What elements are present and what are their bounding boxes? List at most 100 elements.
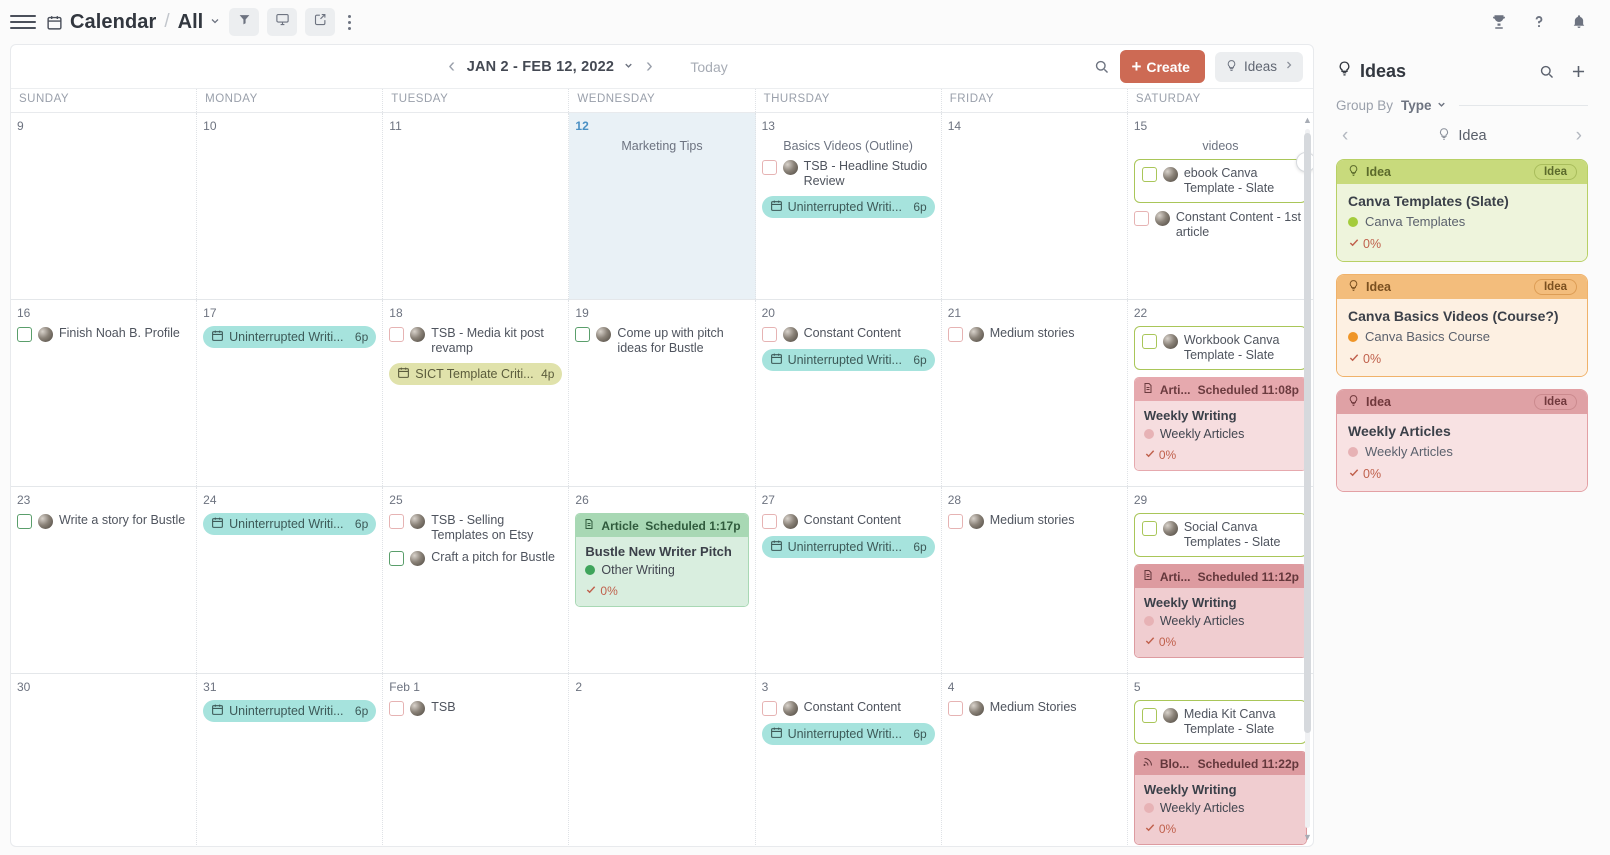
calendar-day-cell[interactable]: 9	[11, 113, 198, 299]
task-item[interactable]: Finish Noah B. Profile	[17, 326, 190, 342]
day-note-label[interactable]: Marketing Tips	[575, 139, 748, 153]
group-by-selector[interactable]: Type	[1401, 98, 1447, 113]
task-item[interactable]: Medium stories	[947, 513, 1121, 529]
more-options-button[interactable]	[339, 8, 359, 36]
idea-card[interactable]: Idea Idea Weekly Articles Weekly Article…	[1336, 389, 1588, 492]
calendar-day-cell[interactable]: 4 Medium Stories	[942, 674, 1128, 846]
search-icon[interactable]	[1538, 63, 1555, 80]
calendar-day-cell[interactable]: 31 Uninterrupted Writi... 6p	[197, 674, 384, 846]
task-item[interactable]: Medium Stories	[947, 700, 1121, 716]
calendar-day-cell[interactable]: 20 Constant Content Uninterrupted Writi.…	[756, 300, 942, 486]
group-prev-button[interactable]: ‹	[1342, 125, 1348, 147]
calendar-day-cell[interactable]: 30	[11, 674, 198, 846]
next-period-button[interactable]: ›	[634, 52, 664, 82]
page-title[interactable]: Calendar	[70, 11, 156, 34]
calendar-day-cell[interactable]: Feb 1 TSB	[383, 674, 570, 846]
chevron-down-icon[interactable]	[209, 15, 221, 30]
task-checkbox[interactable]	[17, 514, 32, 529]
task-checkbox[interactable]	[947, 701, 963, 716]
calendar-day-cell[interactable]: 3 Constant Content Uninterrupted Writi..…	[756, 674, 942, 846]
calendar-day-cell[interactable]: 23 Write a story for Bustle	[11, 487, 198, 673]
calendar-scrollbar[interactable]: ▲ ▼	[1303, 115, 1312, 842]
task-item[interactable]: TSB	[389, 700, 562, 716]
bell-icon[interactable]	[1570, 13, 1588, 31]
task-checkbox[interactable]	[1141, 521, 1157, 536]
calendar-event-pill[interactable]: Uninterrupted Writi... 6p	[203, 700, 377, 722]
calendar-event-pill[interactable]: Uninterrupted Writi... 6p	[761, 723, 935, 745]
calendar-day-cell[interactable]: 27 Constant Content Uninterrupted Writi.…	[756, 487, 942, 673]
task-checkbox[interactable]	[389, 327, 405, 342]
scroll-down-icon[interactable]: ▼	[1303, 832, 1312, 842]
task-item[interactable]: Constant Content - 1st article	[1133, 210, 1307, 240]
task-checkbox[interactable]	[1133, 211, 1149, 226]
calendar-event-pill[interactable]: Uninterrupted Writi... 6p	[203, 326, 377, 348]
highlighted-task-item[interactable]: Social Canva Templates - Slate	[1133, 513, 1307, 557]
share-button[interactable]	[305, 8, 336, 36]
task-item[interactable]: Constant Content	[761, 513, 935, 529]
calendar-day-cell[interactable]: 19 Come up with pitch ideas for Bustle	[569, 300, 756, 486]
calendar-day-cell[interactable]: 15 videos ebook Canva Template - Slate Co…	[1128, 113, 1313, 299]
ideas-toggle-button[interactable]: Ideas	[1214, 51, 1303, 82]
calendar-day-cell[interactable]: 24 Uninterrupted Writi... 6p	[197, 487, 384, 673]
scrollbar-thumb[interactable]	[1304, 133, 1311, 733]
search-icon[interactable]	[1093, 58, 1110, 75]
task-item[interactable]: Constant Content	[761, 700, 935, 716]
task-item[interactable]: Write a story for Bustle	[17, 513, 190, 529]
scroll-up-icon[interactable]: ▲	[1303, 115, 1312, 125]
today-button[interactable]: Today	[690, 59, 727, 75]
prev-period-button[interactable]: ‹	[437, 52, 467, 82]
task-checkbox[interactable]	[1141, 167, 1157, 182]
content-card[interactable]: Arti... Scheduled 11:12p Weekly Writing …	[1133, 564, 1307, 658]
breadcrumb-view-name[interactable]: All	[178, 11, 204, 34]
task-checkbox[interactable]	[761, 327, 777, 342]
task-checkbox[interactable]	[947, 514, 963, 529]
trophy-icon[interactable]	[1490, 13, 1508, 31]
idea-card[interactable]: Idea Idea Canva Templates (Slate) Canva …	[1336, 159, 1588, 262]
day-note-label[interactable]: Basics Videos (Outline)	[762, 139, 935, 153]
hamburger-icon[interactable]	[10, 9, 36, 35]
calendar-day-cell[interactable]: 10	[197, 113, 384, 299]
highlighted-task-item[interactable]: Workbook Canva Template - Slate	[1133, 326, 1307, 370]
calendar-day-cell[interactable]: 11	[383, 113, 570, 299]
task-item[interactable]: Craft a pitch for Bustle	[389, 550, 562, 566]
calendar-day-cell[interactable]: 2	[569, 674, 756, 846]
task-checkbox[interactable]	[761, 160, 777, 175]
date-range-selector[interactable]: JAN 2 - FEB 12, 2022	[467, 59, 635, 75]
content-card[interactable]: Blo... Scheduled 11:22p Weekly Writing W…	[1133, 751, 1307, 845]
task-checkbox[interactable]	[389, 701, 405, 716]
task-checkbox[interactable]	[575, 327, 591, 342]
day-note-label[interactable]: videos	[1134, 139, 1307, 153]
task-checkbox[interactable]	[761, 701, 777, 716]
group-next-button[interactable]: ›	[1576, 125, 1582, 147]
calendar-day-cell[interactable]: 13 Basics Videos (Outline) TSB - Headline…	[756, 113, 942, 299]
calendar-day-cell[interactable]: 18 TSB - Media kit post revamp SICT Temp…	[383, 300, 570, 486]
calendar-event-pill[interactable]: Uninterrupted Writi... 6p	[761, 536, 935, 558]
task-checkbox[interactable]	[389, 551, 405, 566]
calendar-event-pill[interactable]: SICT Template Criti... 4p	[389, 363, 563, 385]
task-checkbox[interactable]	[389, 514, 405, 529]
calendar-day-cell[interactable]: 5 Media Kit Canva Template - Slate Blo..…	[1128, 674, 1313, 846]
calendar-day-cell[interactable]: 26 Article Scheduled 1:17p Bustle New Wr…	[569, 487, 756, 673]
create-button[interactable]: + Create	[1120, 50, 1205, 83]
calendar-day-cell[interactable]: 28 Medium stories	[942, 487, 1128, 673]
calendar-event-pill[interactable]: Uninterrupted Writi... 6p	[203, 513, 377, 535]
highlighted-task-item[interactable]: Media Kit Canva Template - Slate	[1133, 700, 1307, 744]
task-checkbox[interactable]	[761, 514, 777, 529]
task-item[interactable]: Come up with pitch ideas for Bustle	[575, 326, 748, 356]
calendar-day-cell[interactable]: 16 Finish Noah B. Profile	[11, 300, 198, 486]
calendar-day-cell[interactable]: 25 TSB - Selling Templates on Etsy Craft…	[383, 487, 570, 673]
calendar-day-cell[interactable]: 12 Marketing Tips	[569, 113, 756, 299]
content-card[interactable]: Article Scheduled 1:17p Bustle New Write…	[575, 513, 749, 607]
filter-button[interactable]	[229, 8, 260, 36]
task-item[interactable]: Medium stories	[947, 326, 1121, 342]
calendar-day-cell[interactable]: 14	[942, 113, 1128, 299]
task-checkbox[interactable]	[1141, 334, 1157, 349]
task-item[interactable]: Constant Content	[761, 326, 935, 342]
task-checkbox[interactable]	[1141, 708, 1157, 723]
idea-card[interactable]: Idea Idea Canva Basics Videos (Course?) …	[1336, 274, 1588, 377]
help-icon[interactable]	[1530, 13, 1548, 31]
calendar-event-pill[interactable]: Uninterrupted Writi... 6p	[761, 196, 935, 218]
calendar-event-pill[interactable]: Uninterrupted Writi... 6p	[761, 349, 935, 371]
task-item[interactable]: TSB - Selling Templates on Etsy	[389, 513, 562, 543]
task-item[interactable]: TSB - Media kit post revamp	[389, 326, 562, 356]
